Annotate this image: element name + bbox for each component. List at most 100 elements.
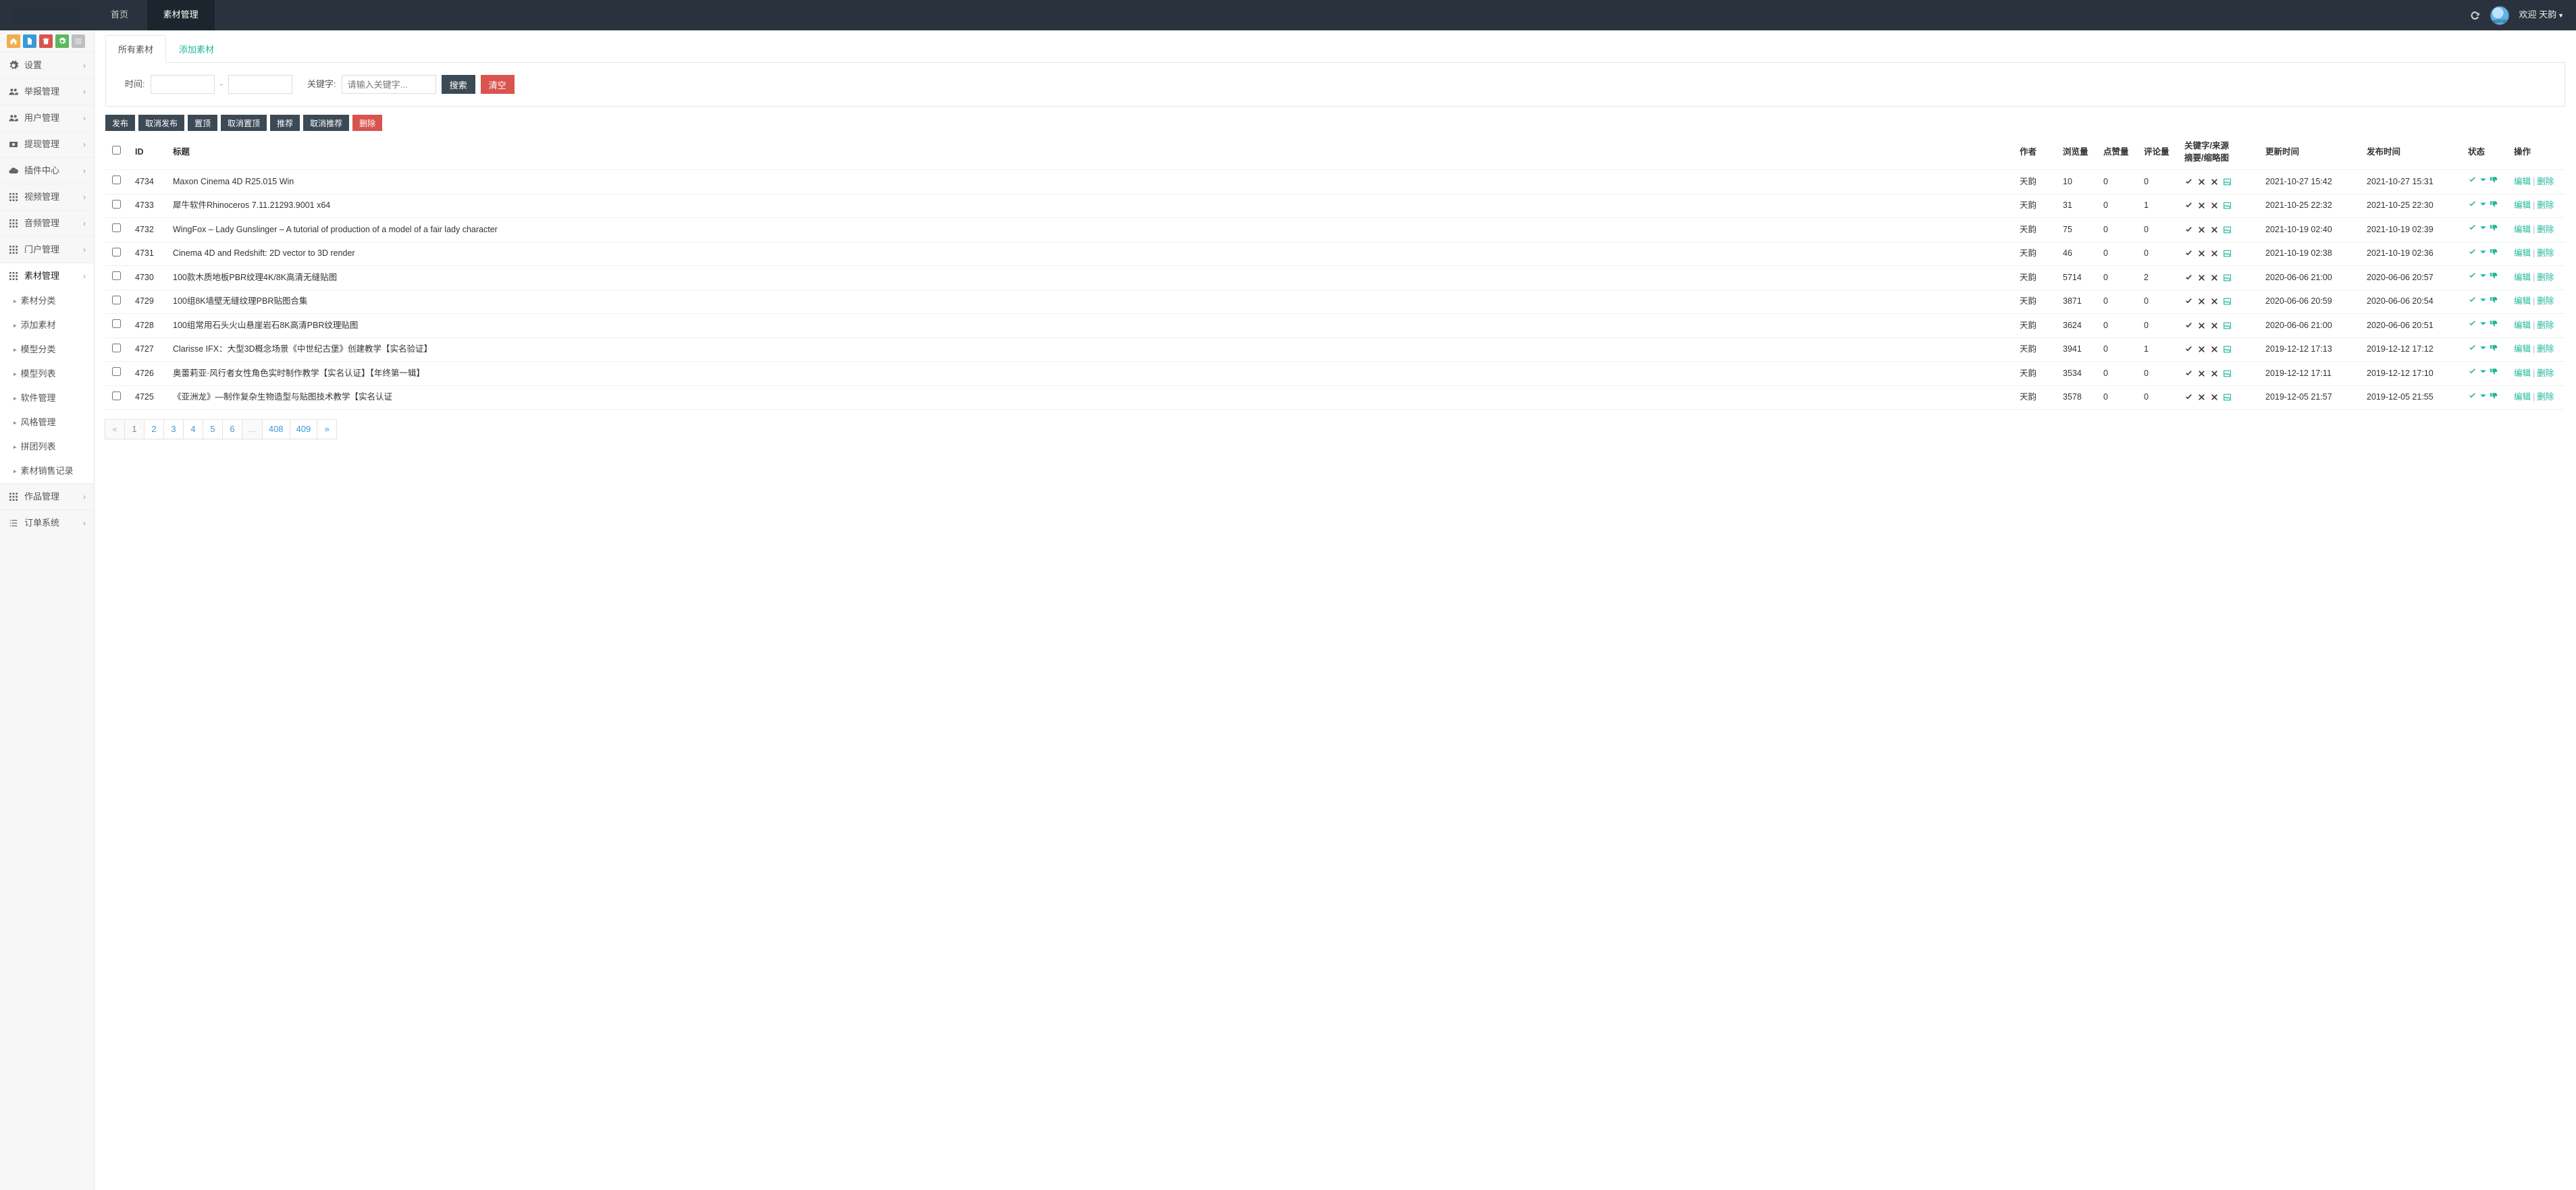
qa-gear-icon[interactable]: [55, 34, 69, 48]
page-2[interactable]: 2: [144, 419, 164, 439]
edit-link[interactable]: 编辑: [2514, 296, 2531, 306]
image-icon[interactable]: [2223, 178, 2232, 186]
nav-material[interactable]: 素材管理: [147, 0, 215, 30]
nav-home[interactable]: 首页: [95, 0, 144, 30]
x-icon[interactable]: [2197, 273, 2206, 282]
edit-link[interactable]: 编辑: [2514, 248, 2531, 258]
check-icon[interactable]: [2468, 271, 2477, 280]
image-icon[interactable]: [2223, 369, 2232, 378]
delete-link[interactable]: 删除: [2537, 177, 2554, 186]
check-icon[interactable]: [2184, 178, 2193, 186]
x-icon[interactable]: [2197, 225, 2206, 234]
cell-title[interactable]: WingFox – Lady Gunslinger – A tutorial o…: [166, 218, 2013, 242]
x-icon[interactable]: [2210, 297, 2219, 306]
edit-link[interactable]: 编辑: [2514, 177, 2531, 186]
check-icon[interactable]: [2468, 391, 2477, 400]
thumb-down-icon[interactable]: [2490, 175, 2498, 184]
x-icon[interactable]: [2197, 249, 2206, 258]
time-to-input[interactable]: [228, 75, 292, 94]
thumb-down-icon[interactable]: [2490, 296, 2498, 304]
down-icon[interactable]: [2479, 223, 2488, 232]
check-icon[interactable]: [2184, 321, 2193, 330]
check-icon[interactable]: [2184, 297, 2193, 306]
clear-button[interactable]: 清空: [481, 75, 515, 94]
edit-link[interactable]: 编辑: [2514, 273, 2531, 282]
x-icon[interactable]: [2197, 178, 2206, 186]
sidebar-sub-5[interactable]: 风格管理: [0, 410, 94, 435]
row-select[interactable]: [112, 200, 121, 209]
cell-title[interactable]: 奥蕾莉亚·风行者女性角色实时制作教学【实名认证】【年终第一辑】: [166, 362, 2013, 386]
check-icon[interactable]: [2184, 201, 2193, 210]
image-icon[interactable]: [2223, 225, 2232, 234]
x-icon[interactable]: [2197, 393, 2206, 402]
check-icon[interactable]: [2184, 369, 2193, 378]
row-select[interactable]: [112, 391, 121, 400]
image-icon[interactable]: [2223, 273, 2232, 282]
avatar[interactable]: [2490, 6, 2509, 25]
check-icon[interactable]: [2468, 200, 2477, 209]
down-icon[interactable]: [2479, 391, 2488, 400]
check-icon[interactable]: [2184, 225, 2193, 234]
thumb-down-icon[interactable]: [2490, 367, 2498, 376]
sidebar-item-2[interactable]: 用户管理 ›: [0, 105, 94, 131]
row-select[interactable]: [112, 344, 121, 352]
x-icon[interactable]: [2210, 178, 2219, 186]
cell-title[interactable]: 100组8K墙壁无缝纹理PBR贴图合集: [166, 290, 2013, 314]
delete-link[interactable]: 删除: [2537, 200, 2554, 210]
th-meta[interactable]: 关键字/来源 摘要/缩略图: [2178, 135, 2259, 170]
page-6[interactable]: 6: [222, 419, 242, 439]
search-button[interactable]: 搜索: [442, 75, 475, 94]
check-icon[interactable]: [2184, 393, 2193, 402]
x-icon[interactable]: [2197, 201, 2206, 210]
keyword-input[interactable]: [342, 75, 436, 94]
thumb-down-icon[interactable]: [2490, 248, 2498, 256]
check-icon[interactable]: [2468, 175, 2477, 184]
row-select[interactable]: [112, 248, 121, 256]
row-select[interactable]: [112, 175, 121, 184]
sidebar-item-1[interactable]: 举报管理 ›: [0, 79, 94, 105]
qa-file-icon[interactable]: [23, 34, 36, 48]
image-icon[interactable]: [2223, 249, 2232, 258]
page-next[interactable]: »: [317, 419, 337, 439]
sidebar-sub-7[interactable]: 素材销售记录: [0, 459, 94, 483]
thumb-down-icon[interactable]: [2490, 271, 2498, 280]
delete-link[interactable]: 删除: [2537, 344, 2554, 354]
bulk-2[interactable]: 置顶: [188, 115, 217, 131]
down-icon[interactable]: [2479, 344, 2488, 352]
thumb-down-icon[interactable]: [2490, 319, 2498, 328]
cell-title[interactable]: Maxon Cinema 4D R25.015 Win: [166, 170, 2013, 194]
delete-link[interactable]: 删除: [2537, 225, 2554, 234]
check-icon[interactable]: [2468, 367, 2477, 376]
x-icon[interactable]: [2197, 369, 2206, 378]
sidebar-item-5[interactable]: 视频管理 ›: [0, 184, 94, 210]
sidebar-item-0[interactable]: 设置 ›: [0, 53, 94, 78]
thumb-down-icon[interactable]: [2490, 223, 2498, 232]
edit-link[interactable]: 编辑: [2514, 321, 2531, 330]
row-select[interactable]: [112, 223, 121, 232]
x-icon[interactable]: [2210, 273, 2219, 282]
sidebar-sub-6[interactable]: 拼团列表: [0, 435, 94, 459]
down-icon[interactable]: [2479, 248, 2488, 256]
row-select[interactable]: [112, 271, 121, 280]
sidebar-sub-0[interactable]: 素材分类: [0, 289, 94, 313]
delete-link[interactable]: 删除: [2537, 321, 2554, 330]
delete-link[interactable]: 删除: [2537, 296, 2554, 306]
x-icon[interactable]: [2210, 393, 2219, 402]
sidebar-item-6[interactable]: 音频管理 ›: [0, 211, 94, 236]
down-icon[interactable]: [2479, 200, 2488, 209]
down-icon[interactable]: [2479, 296, 2488, 304]
th-published[interactable]: 发布时间: [2360, 135, 2461, 170]
thumb-down-icon[interactable]: [2490, 391, 2498, 400]
page-prev[interactable]: «: [105, 419, 125, 439]
row-select[interactable]: [112, 296, 121, 304]
thumb-down-icon[interactable]: [2490, 344, 2498, 352]
th-comments[interactable]: 评论量: [2137, 135, 2178, 170]
th-title[interactable]: 标题: [166, 135, 2013, 170]
sidebar-item-8[interactable]: 素材管理 ›: [0, 263, 94, 289]
check-icon[interactable]: [2184, 249, 2193, 258]
sidebar-item-3[interactable]: 提现管理 ›: [0, 132, 94, 157]
page-3[interactable]: 3: [163, 419, 184, 439]
image-icon[interactable]: [2223, 201, 2232, 210]
edit-link[interactable]: 编辑: [2514, 225, 2531, 234]
th-status[interactable]: 状态: [2461, 135, 2507, 170]
